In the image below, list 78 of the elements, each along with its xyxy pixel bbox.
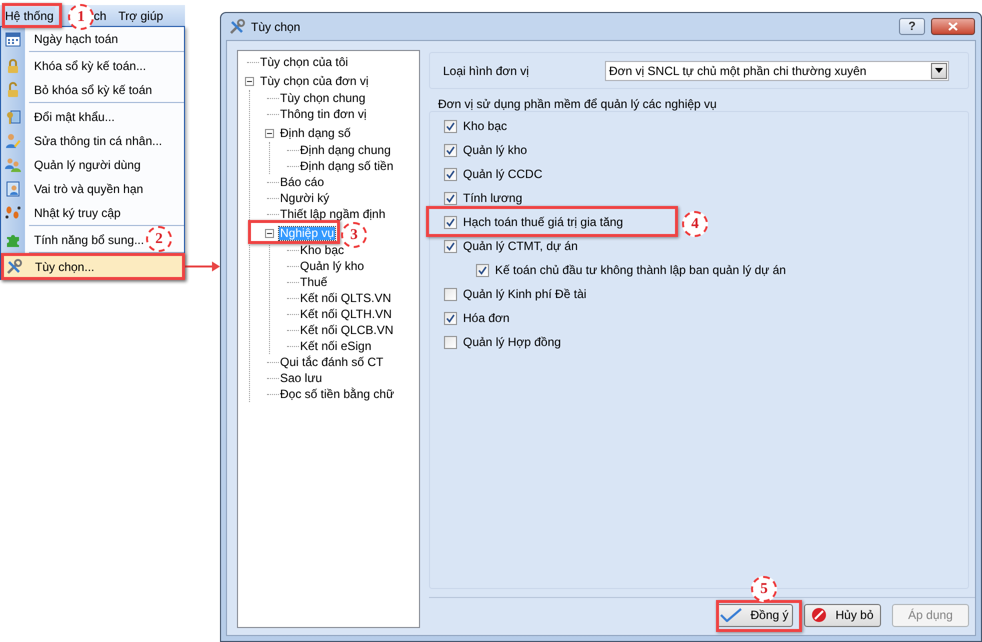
tools-icon bbox=[6, 259, 22, 275]
padlock-icon bbox=[5, 58, 21, 74]
collapse-icon[interactable] bbox=[245, 77, 254, 86]
checkbox[interactable] bbox=[444, 288, 457, 300]
checkbox[interactable] bbox=[444, 240, 457, 252]
menu-item[interactable]: Sửa thông tin cá nhân... bbox=[1, 129, 162, 153]
checkbox[interactable] bbox=[444, 336, 457, 348]
highlight-frame bbox=[2, 3, 62, 28]
no-entry-icon bbox=[811, 607, 828, 623]
puzzle-icon bbox=[5, 232, 21, 248]
menu-item[interactable]: Bỏ khóa sổ kỳ kế toán bbox=[1, 78, 152, 102]
tree-item[interactable]: Thuế bbox=[299, 276, 328, 288]
pointer-arrow bbox=[185, 261, 221, 272]
checkbox-label: Kế toán chủ đầu tư không thành lập ban quản lý dự án bbox=[495, 262, 786, 279]
checkbox-label: Kho bạc bbox=[463, 118, 508, 135]
menu-item[interactable]: Khóa sổ kỳ kế toán... bbox=[1, 54, 146, 78]
field-label: Loại hình đơn vị bbox=[443, 62, 530, 80]
checkbox-label: Quản lý Hợp đồng bbox=[463, 334, 561, 351]
user-card-icon bbox=[5, 181, 21, 197]
checkbox[interactable] bbox=[444, 312, 457, 324]
dropdown-arrow-icon bbox=[935, 68, 943, 73]
group-title: Đơn vị sử dụng phần mềm để quản lý các nghiệp vụ bbox=[438, 97, 718, 111]
checkbox[interactable] bbox=[444, 192, 457, 204]
calendar-icon bbox=[5, 31, 21, 47]
checkbox-label: Tính lương bbox=[463, 190, 522, 207]
checkbox[interactable] bbox=[476, 264, 489, 276]
checkbox-label: Quản lý Kinh phí Đề tài bbox=[463, 286, 586, 303]
tree-item[interactable]: Thông tin đơn vị bbox=[279, 108, 368, 120]
users-icon bbox=[5, 157, 21, 173]
menu-bar-item[interactable]: ch bbox=[92, 6, 108, 24]
tree-item[interactable]: Kết nối QLTH.VN bbox=[299, 308, 393, 320]
menu-item[interactable]: Ngày hạch toán bbox=[1, 27, 118, 51]
dialog-button[interactable]: Hủy bỏ bbox=[804, 604, 881, 626]
tree-item[interactable]: Tùy chọn của đơn vị bbox=[259, 75, 370, 88]
close-button[interactable] bbox=[931, 18, 975, 35]
tree-item[interactable]: Quản lý kho bbox=[299, 260, 366, 272]
help-button[interactable]: ? bbox=[899, 18, 925, 35]
checkbox[interactable] bbox=[444, 120, 457, 132]
menu-item[interactable]: Quản lý người dùng bbox=[1, 153, 141, 177]
unit-type-dropdown[interactable]: Đơn vị SNCL tự chủ một phần chi thường xuyên bbox=[605, 60, 949, 80]
tree-item[interactable]: Người ký bbox=[279, 192, 330, 204]
checkbox-label: Quản lý CTMT, dự án bbox=[463, 238, 578, 255]
user-edit-icon bbox=[5, 133, 21, 149]
tree-item[interactable]: Định dạng số tiền bbox=[299, 160, 394, 172]
close-icon bbox=[948, 22, 958, 31]
collapse-icon[interactable] bbox=[265, 129, 274, 138]
tree-item[interactable]: Qui tắc đánh số CT bbox=[279, 356, 384, 368]
checkbox[interactable] bbox=[444, 144, 457, 156]
tree-item[interactable]: Báo cáo bbox=[279, 176, 326, 188]
tree-item[interactable]: Tùy chọn của tôi bbox=[259, 56, 350, 68]
checkbox-label: Hạch toán thuế giá trị gia tăng bbox=[463, 214, 624, 231]
collapse-icon[interactable] bbox=[265, 229, 274, 238]
menu-item[interactable]: Tính năng bổ sung... bbox=[1, 228, 144, 252]
menu-item[interactable]: Vai trò và quyền hạn bbox=[1, 177, 144, 201]
open-padlock-icon bbox=[5, 82, 21, 98]
checkbox[interactable] bbox=[444, 168, 457, 180]
tree-item[interactable]: Định dạng số bbox=[279, 127, 352, 140]
tree-item[interactable]: Sao lưu bbox=[279, 372, 324, 384]
menu-item[interactable]: Nhật ký truy cập bbox=[1, 201, 121, 225]
menu-item[interactable]: Đổi mật khẩu... bbox=[1, 105, 115, 129]
tree-item[interactable]: Thiết lập ngầm định bbox=[279, 208, 386, 220]
checkbox-label: Quản lý kho bbox=[463, 142, 528, 159]
menu-bar-item[interactable]: Hệ thống bbox=[4, 6, 55, 24]
tree-item[interactable]: Tùy chọn chung bbox=[279, 92, 366, 104]
tree-item[interactable]: Kết nối eSign bbox=[299, 340, 372, 352]
tree-item[interactable]: Kết nối QLTS.VN bbox=[299, 292, 392, 304]
tree-item[interactable]: Kết nối QLCB.VN bbox=[299, 324, 394, 336]
key-icon bbox=[5, 109, 21, 125]
tools-icon bbox=[229, 18, 245, 34]
checkbox-label: Hóa đơn bbox=[463, 310, 510, 327]
tree-item[interactable]: Định dạng chung bbox=[299, 144, 392, 156]
checkbox[interactable] bbox=[444, 216, 457, 228]
checkmark-icon bbox=[720, 608, 742, 622]
checkbox-label: Quản lý CCDC bbox=[463, 166, 542, 183]
tree-item[interactable]: Đọc số tiền bằng chữ bbox=[279, 388, 396, 400]
menu-bar-item[interactable]: Trợ giúp bbox=[117, 6, 164, 24]
footprints-icon bbox=[5, 205, 21, 221]
window-title: Tùy chọn bbox=[251, 18, 300, 36]
